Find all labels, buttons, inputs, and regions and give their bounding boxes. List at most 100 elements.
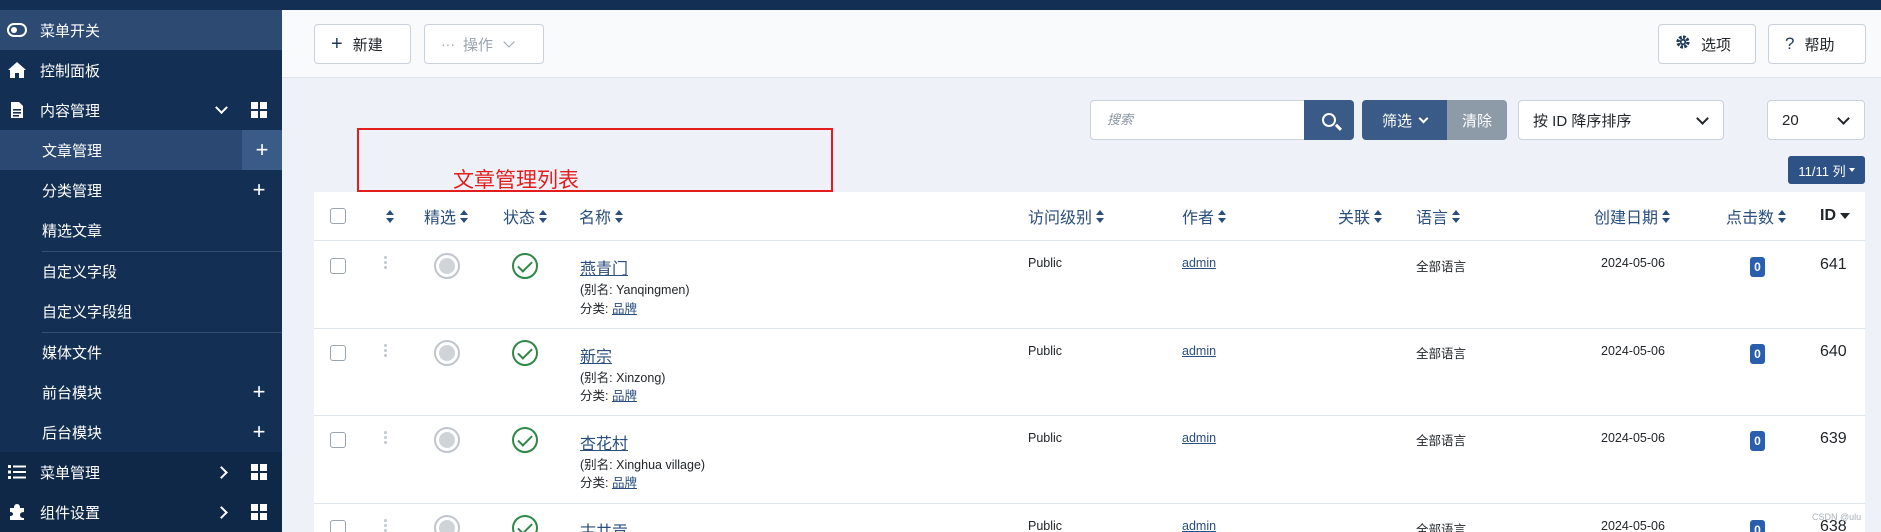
sidebar: 菜单开关 控制面板 内容管理 文章管理 + 分类管理 + 精选文章 自定义字段 … [0,0,282,532]
drag-handle-icon[interactable] [384,431,388,445]
sidebar-item-media[interactable]: 媒体文件 [0,332,282,372]
chevron-right-icon[interactable] [213,464,229,480]
column-header-id[interactable]: ID [1820,192,1850,240]
annotation-text: 文章管理列表 [453,169,579,192]
actions-button[interactable]: ··· 操作 [424,24,544,64]
column-header-access[interactable]: 访问级别 [1028,192,1105,240]
chevron-down-icon[interactable] [213,100,229,118]
sidebar-item-components[interactable]: 组件设置 [0,492,282,532]
sidebar-item-fields[interactable]: 自定义字段 [0,251,282,291]
plus-icon[interactable]: + [244,175,274,205]
chevron-right-icon[interactable] [213,504,229,520]
featured-toggle-icon[interactable] [434,515,460,532]
article-title-link[interactable]: 燕青门 [580,255,628,279]
column-header-created[interactable]: 创建日期 [1594,192,1671,240]
published-check-icon[interactable] [512,427,538,453]
created-date: 2024-05-06 [1601,519,1665,532]
dashboard-grid-icon[interactable] [244,457,274,487]
alias-value: Xinghua village [616,458,701,472]
sidebar-item-label: 媒体文件 [42,344,103,362]
sidebar-item-menus[interactable]: 菜单管理 [0,452,282,492]
header-label: 作者 [1182,210,1215,227]
sort-icon [460,209,469,223]
search-input[interactable]: 搜索 [1090,100,1304,140]
column-header-association[interactable]: 关联 [1338,192,1383,240]
ordering-sort-header[interactable] [382,192,394,240]
sort-select[interactable]: 按 ID 降序排序 [1518,100,1724,140]
author-link[interactable]: admin [1182,344,1216,358]
category-link[interactable]: 品牌 [612,476,637,490]
drag-handle-icon[interactable] [384,519,388,532]
drag-handle-icon[interactable] [384,256,388,270]
filter-button[interactable]: 筛选 [1362,100,1447,140]
help-button[interactable]: ? 帮助 [1768,24,1866,64]
column-header-title[interactable]: 名称 [579,192,624,240]
plus-icon[interactable]: + [244,417,274,447]
articles-table: 精选 状态 名称 访问级别 作者 关联 语言 创建日期 点击数 ID 燕青门 (… [314,192,1865,532]
plus-icon[interactable]: + [244,377,274,407]
column-header-hits[interactable]: 点击数 [1726,192,1787,240]
column-header-status[interactable]: 状态 [503,192,548,240]
options-button[interactable]: 选项 [1658,24,1756,64]
row-checkbox[interactable] [330,345,346,361]
article-id: 639 [1820,430,1847,447]
column-header-author[interactable]: 作者 [1182,192,1227,240]
search-button[interactable] [1304,100,1354,140]
hits-badge: 0 [1750,344,1765,364]
dashboard-grid-icon[interactable] [244,497,274,527]
article-title-link[interactable]: 杏花村 [580,430,628,454]
sort-select-value: 按 ID 降序排序 [1533,112,1632,130]
published-check-icon[interactable] [512,340,538,366]
featured-toggle-icon[interactable] [434,427,460,453]
column-header-featured[interactable]: 精选 [424,192,469,240]
sidebar-item-label: 自定义字段 [42,263,118,281]
question-icon: ? [1785,34,1795,53]
sidebar-item-articles[interactable]: 文章管理 + [0,130,282,170]
help-button-label: 帮助 [1804,36,1835,54]
row-checkbox[interactable] [330,520,346,532]
sort-icon [1374,209,1383,223]
category-prefix: 分类: [580,389,612,403]
author-link[interactable]: admin [1182,431,1216,445]
author-link[interactable]: admin [1182,519,1216,532]
published-check-icon[interactable] [512,253,538,279]
sort-desc-icon [1840,213,1850,219]
sidebar-item-admin-modules[interactable]: 后台模块 + [0,412,282,452]
column-header-language[interactable]: 语言 [1416,192,1461,240]
article-title-link[interactable]: 古井贡 [580,518,628,532]
published-check-icon[interactable] [512,515,538,532]
sidebar-item-content[interactable]: 内容管理 [0,90,282,130]
sidebar-item-field-groups[interactable]: 自定义字段组 [0,291,282,331]
sort-icon [1452,209,1461,223]
featured-toggle-icon[interactable] [434,253,460,279]
category-link[interactable]: 品牌 [612,389,637,403]
row-divider [314,503,1865,504]
new-button[interactable]: + 新建 [314,24,411,64]
plus-icon[interactable]: + [242,130,282,170]
row-checkbox[interactable] [330,432,346,448]
sidebar-item-dashboard[interactable]: 控制面板 [0,50,282,90]
article-title-link[interactable]: 新宗 [580,343,612,367]
sidebar-item-menu-toggle[interactable]: 菜单开关 [0,10,282,50]
drag-handle-icon[interactable] [384,344,388,358]
columns-badge-label: 11/11 列 [1798,163,1846,179]
alias-suffix: ) [661,371,666,385]
header-label: 关联 [1338,210,1371,227]
toolbar: + 新建 ··· 操作 选项 ? 帮助 [282,10,1881,78]
row-checkbox[interactable] [330,258,346,274]
limit-select[interactable]: 20 [1767,100,1865,140]
caret-down-icon [1848,168,1855,172]
sidebar-item-categories[interactable]: 分类管理 + [0,170,282,210]
sidebar-item-featured[interactable]: 精选文章 [0,210,282,250]
clear-button[interactable]: 清除 [1447,100,1507,140]
dashboard-grid-icon[interactable] [244,95,274,125]
select-all-checkbox[interactable] [330,208,346,224]
sidebar-item-site-modules[interactable]: 前台模块 + [0,372,282,412]
article-id: 640 [1820,343,1847,360]
author-link[interactable]: admin [1182,256,1216,270]
category-prefix: 分类: [580,302,612,316]
columns-toggle-button[interactable]: 11/11 列 [1788,156,1865,184]
featured-toggle-icon[interactable] [434,340,460,366]
category-link[interactable]: 品牌 [612,302,637,316]
access-level: Public [1028,344,1063,358]
